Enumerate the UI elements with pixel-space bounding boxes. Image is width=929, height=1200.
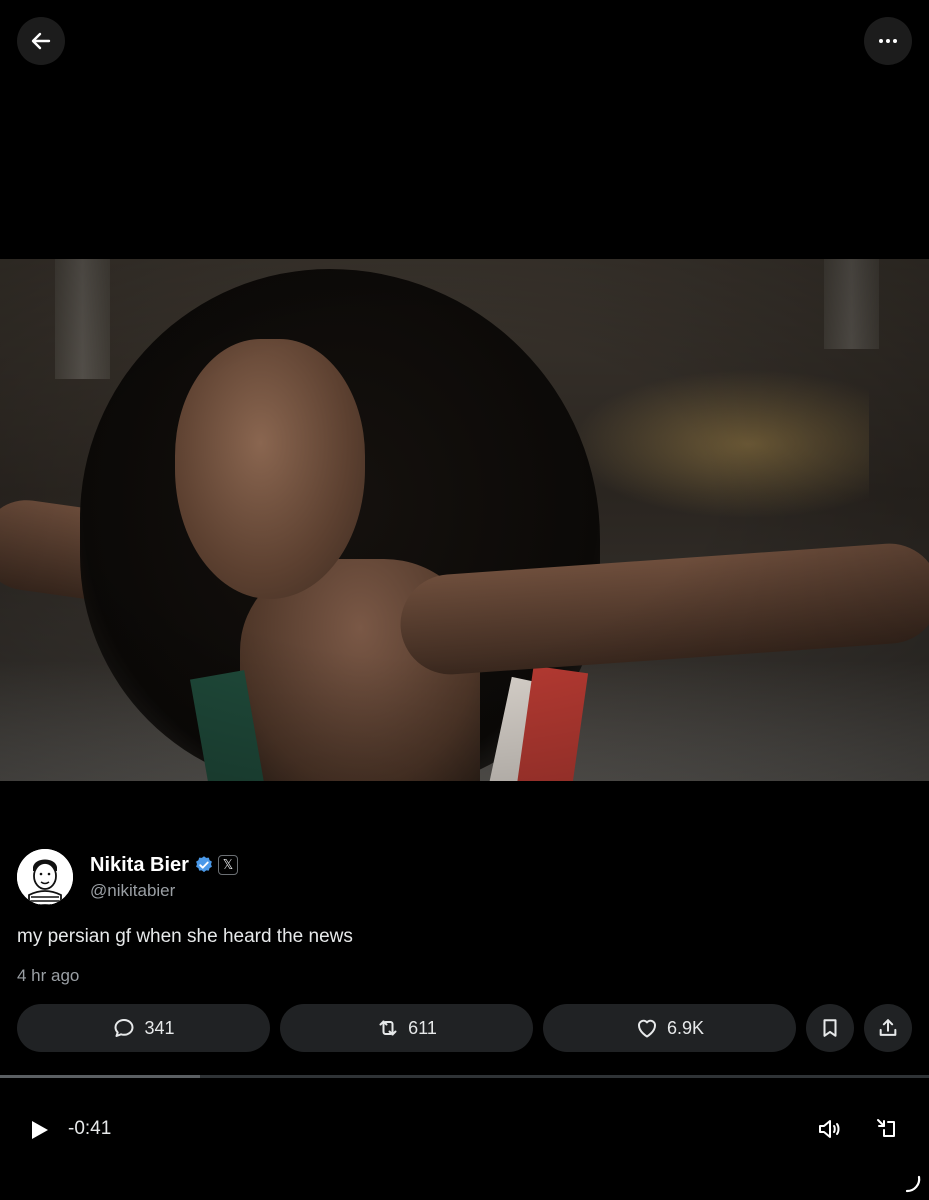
author-info: Nikita Bier 𝕏 @nikitabier [90,854,238,901]
bookmark-button[interactable] [806,1004,854,1052]
play-icon [32,1121,48,1139]
timestamp[interactable]: 4 hr ago [17,966,79,986]
video-controls: -0:41 [0,1100,929,1156]
more-options-button[interactable] [864,17,912,65]
action-bar: 341 611 6.9K [17,1004,912,1052]
affiliate-badge-icon[interactable]: 𝕏 [217,855,238,875]
volume-icon [819,1120,840,1138]
retweet-button[interactable]: 611 [280,1004,533,1052]
retweet-icon [379,1020,397,1036]
reply-count: 341 [144,1017,175,1038]
video-frame[interactable] [0,259,929,781]
exit-fullscreen-button[interactable] [872,1114,902,1144]
author-handle[interactable]: @nikitabier [90,881,238,901]
reply-button[interactable]: 341 [17,1004,270,1052]
play-button[interactable] [24,1114,56,1146]
more-horizontal-icon [879,39,897,43]
avatar[interactable] [17,849,73,905]
exit-fullscreen-icon [877,1119,895,1137]
time-remaining: -0:41 [68,1118,112,1139]
tweet-text: my persian gf when she heard the news [17,926,353,947]
media-viewer: Nikita Bier 𝕏 @nikitabier my persian gf … [0,0,929,1200]
author-name[interactable]: Nikita Bier [90,854,189,877]
arrow-left-icon [31,32,51,50]
like-button[interactable]: 6.9K [543,1004,796,1052]
tweet-author[interactable]: Nikita Bier 𝕏 @nikitabier [17,849,238,905]
retweet-count: 611 [408,1017,437,1038]
video-progress-fill [0,1075,200,1078]
like-count: 6.9K [666,1017,705,1038]
share-button[interactable] [864,1004,912,1052]
share-icon [879,1019,897,1036]
volume-button[interactable] [814,1114,844,1144]
name-row: Nikita Bier 𝕏 [90,854,238,877]
back-button[interactable] [17,17,65,65]
loading-spinner-icon [905,1175,921,1193]
avatar-illustration-icon [17,849,73,905]
video-progress-bar[interactable] [0,1075,929,1078]
reply-icon [114,1019,134,1037]
verified-badge-icon [196,856,212,873]
vignette [0,259,929,781]
heart-icon [637,1019,656,1038]
bookmark-icon [823,1019,837,1037]
